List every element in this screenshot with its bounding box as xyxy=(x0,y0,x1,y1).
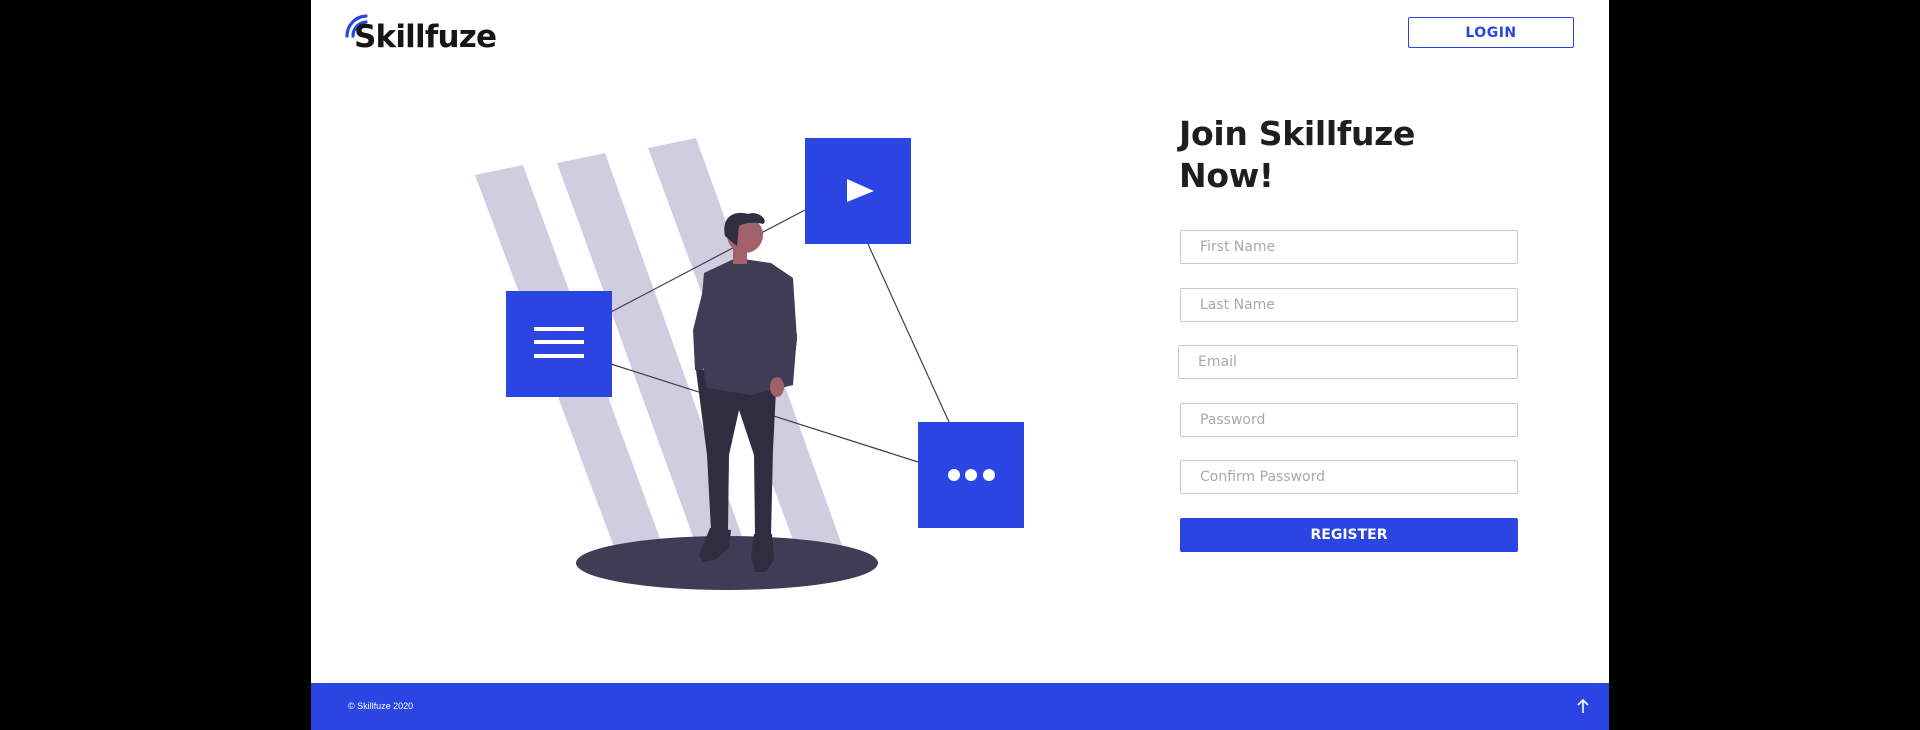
confirm-password-field[interactable] xyxy=(1180,460,1518,494)
connector-line xyxy=(867,243,950,423)
page: Skillfuze LOGIN Join Skillfuze Now! Firs… xyxy=(311,0,1609,730)
email-field[interactable] xyxy=(1178,345,1518,379)
form-title: Join Skillfuze Now! xyxy=(1179,113,1439,197)
menu-card xyxy=(506,291,612,397)
form-title-line2: Now! xyxy=(1179,156,1274,195)
login-button[interactable]: LOGIN xyxy=(1408,17,1574,48)
video-card xyxy=(805,138,911,244)
password-field[interactable] xyxy=(1180,403,1518,437)
more-icon xyxy=(948,469,995,481)
register-button[interactable]: REGISTER xyxy=(1180,518,1518,552)
form-title-line1: Join Skillfuze xyxy=(1179,114,1416,153)
hero-illustration xyxy=(475,138,1024,590)
footer: © Skillfuze 2020 xyxy=(311,683,1609,730)
arrow-up-icon[interactable] xyxy=(1574,696,1592,716)
copyright-text: © Skillfuze 2020 xyxy=(348,701,414,711)
first-name-field[interactable] xyxy=(1180,230,1518,264)
last-name-field[interactable] xyxy=(1180,288,1518,322)
chat-card xyxy=(918,422,1024,528)
